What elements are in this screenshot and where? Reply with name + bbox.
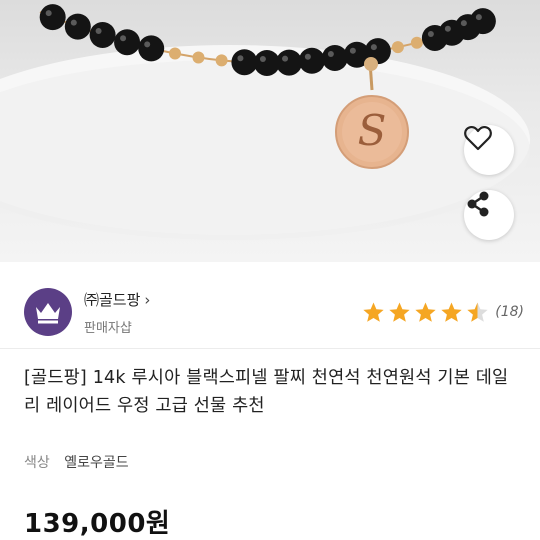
bead-highlight bbox=[327, 50, 334, 57]
chevron-right-icon: › bbox=[144, 291, 151, 309]
product-image: S bbox=[0, 0, 540, 262]
black-bead bbox=[114, 29, 141, 56]
price: 139,000원 bbox=[24, 509, 171, 539]
gold-bead bbox=[215, 54, 228, 67]
star-icon bbox=[415, 301, 436, 322]
heart-outline-icon bbox=[464, 125, 492, 151]
crown-logo-icon bbox=[36, 303, 60, 324]
bead-highlight bbox=[144, 41, 151, 48]
black-bead bbox=[89, 21, 116, 48]
black-bead bbox=[231, 49, 258, 76]
bead-highlight bbox=[237, 55, 244, 62]
option-value: 옐로우골드 bbox=[64, 455, 129, 471]
seller-logo[interactable] bbox=[24, 288, 72, 336]
black-bead bbox=[39, 4, 66, 31]
rating[interactable]: (18) bbox=[362, 299, 524, 325]
bead-highlight bbox=[282, 55, 289, 62]
shop-name: ㈜골드팡 bbox=[84, 291, 141, 309]
bead-highlight bbox=[460, 20, 467, 27]
star-icon bbox=[389, 301, 410, 322]
bead-highlight bbox=[475, 14, 482, 21]
bead-highlight bbox=[444, 25, 451, 32]
bead-highlight bbox=[120, 35, 127, 42]
pendant-letter: S bbox=[358, 106, 387, 155]
gold-bead bbox=[410, 36, 423, 49]
option-row: 색상 옐로우골드 bbox=[24, 452, 129, 472]
black-bead bbox=[276, 49, 303, 76]
bead-highlight bbox=[259, 55, 266, 62]
star-icon bbox=[363, 301, 384, 322]
bead-highlight bbox=[70, 19, 77, 26]
star-icon bbox=[467, 301, 488, 322]
share-icon bbox=[467, 191, 489, 217]
black-bead bbox=[298, 47, 325, 74]
option-label: 색상 bbox=[24, 455, 50, 471]
bead-highlight bbox=[45, 10, 52, 17]
shop-subtitle: 판매자샵 bbox=[84, 321, 132, 336]
star-icon bbox=[441, 301, 462, 322]
bead-highlight bbox=[349, 47, 356, 54]
bead-highlight bbox=[304, 53, 311, 60]
product-title: [골드팡] 14k 루시아 블랙스피넬 팔찌 천연석 천연원석 기본 데일리 레… bbox=[24, 368, 509, 416]
seller-row: ㈜골드팡 › 판매자샵 (18) bbox=[24, 285, 524, 341]
black-bead bbox=[64, 13, 91, 40]
black-bead bbox=[321, 44, 348, 71]
black-bead bbox=[138, 35, 165, 62]
wishlist-button[interactable] bbox=[464, 125, 514, 175]
review-count: (18) bbox=[495, 304, 524, 320]
bead-highlight bbox=[95, 27, 102, 34]
bead-highlight bbox=[427, 30, 434, 37]
gold-bead bbox=[192, 51, 205, 64]
star-rating bbox=[362, 301, 489, 324]
share-button[interactable] bbox=[464, 190, 514, 240]
gold-bead bbox=[391, 41, 404, 54]
black-bead bbox=[469, 8, 496, 35]
bead-highlight bbox=[370, 44, 377, 51]
black-bead bbox=[253, 49, 280, 76]
bracelet-photo: S bbox=[0, 4, 530, 240]
divider bbox=[0, 348, 540, 349]
shop-name-link[interactable]: ㈜골드팡 › bbox=[84, 289, 150, 310]
gold-bead bbox=[169, 47, 181, 60]
